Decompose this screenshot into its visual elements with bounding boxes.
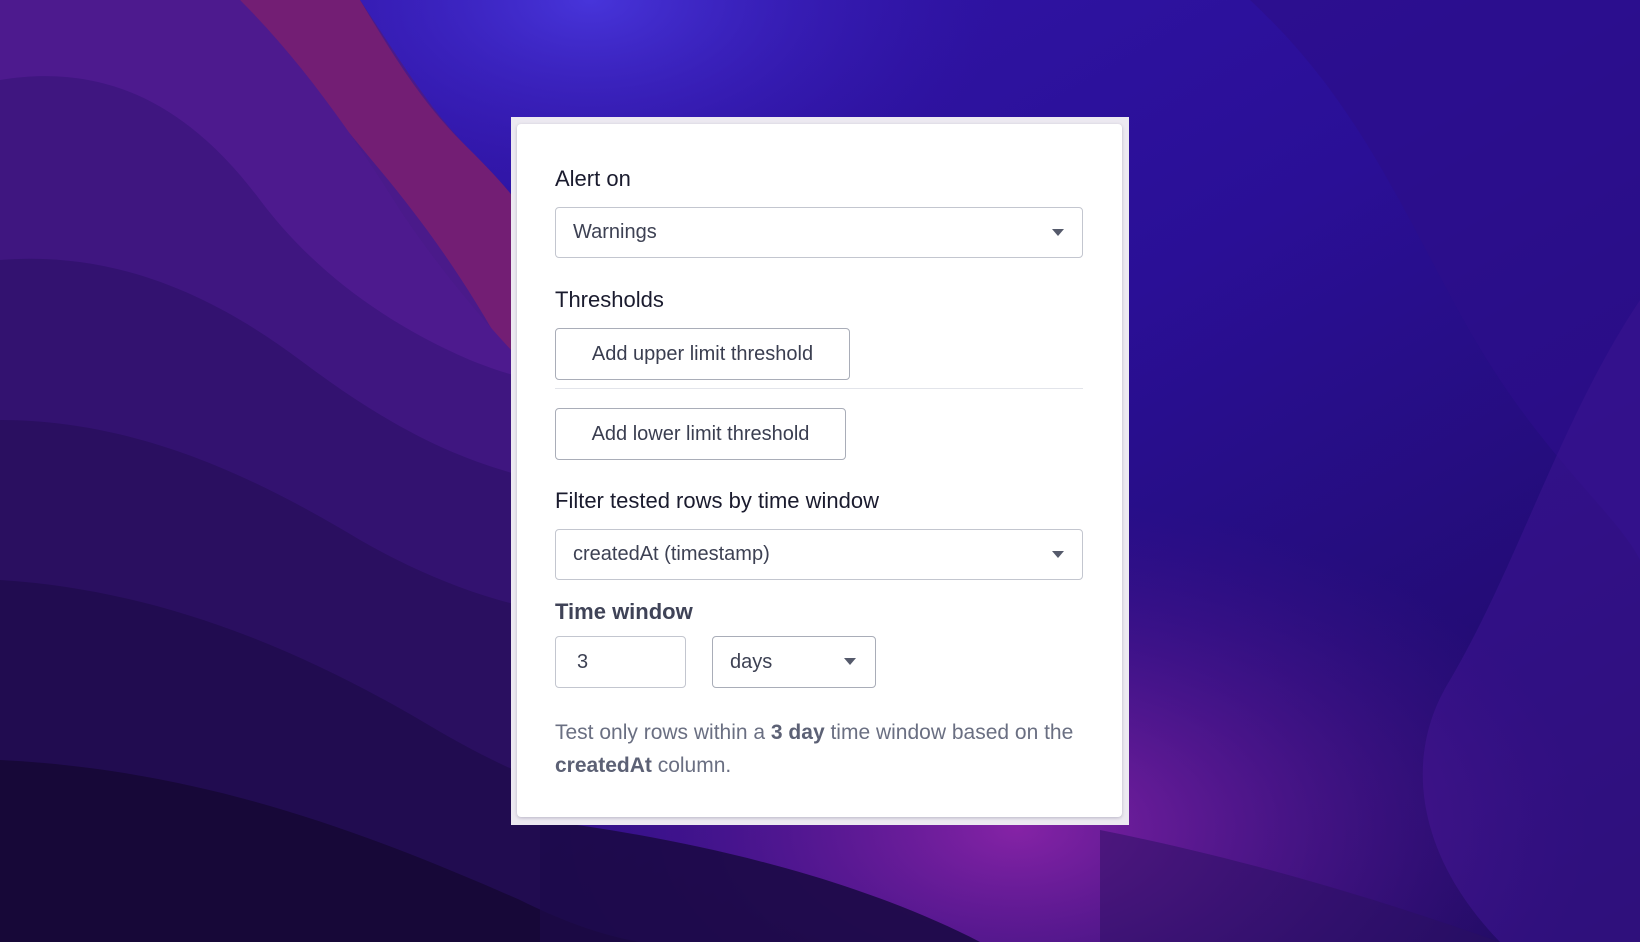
filter-column-select[interactable]: createdAt (timestamp) bbox=[555, 529, 1083, 580]
alert-on-selected-value: Warnings bbox=[573, 221, 657, 243]
time-window-unit-value: days bbox=[730, 651, 773, 673]
helper-column-emphasis: createdAt bbox=[555, 754, 652, 777]
alert-on-select[interactable]: Warnings bbox=[555, 207, 1083, 258]
time-window-label: Time window bbox=[555, 599, 693, 624]
alert-on-label: Alert on bbox=[555, 166, 631, 191]
thresholds-label: Thresholds bbox=[555, 287, 664, 312]
time-window-value-input[interactable] bbox=[555, 636, 686, 688]
add-lower-limit-threshold-button[interactable]: Add lower limit threshold bbox=[555, 408, 846, 460]
add-upper-limit-threshold-button[interactable]: Add upper limit threshold bbox=[555, 328, 850, 380]
settings-card-frame: Alert on Warnings Thresholds Add upper l… bbox=[511, 117, 1129, 825]
threshold-divider bbox=[555, 388, 1083, 389]
chevron-down-icon bbox=[1052, 551, 1064, 558]
chevron-down-icon bbox=[1052, 229, 1064, 236]
filter-time-window-label: Filter tested rows by time window bbox=[555, 488, 879, 513]
filter-column-selected-value: createdAt (timestamp) bbox=[573, 543, 770, 565]
helper-window-emphasis: 3 day bbox=[770, 721, 825, 744]
time-window-helper-text: Test only rows within a 3 day time windo… bbox=[555, 716, 1085, 782]
helper-middle: time window based on the bbox=[824, 721, 1074, 744]
alert-settings-card: Alert on Warnings Thresholds Add upper l… bbox=[517, 124, 1122, 817]
chevron-down-icon bbox=[844, 658, 856, 665]
helper-suffix: column. bbox=[651, 754, 732, 777]
time-window-unit-select[interactable]: days bbox=[712, 636, 876, 688]
helper-prefix: Test only rows within a bbox=[555, 721, 771, 744]
